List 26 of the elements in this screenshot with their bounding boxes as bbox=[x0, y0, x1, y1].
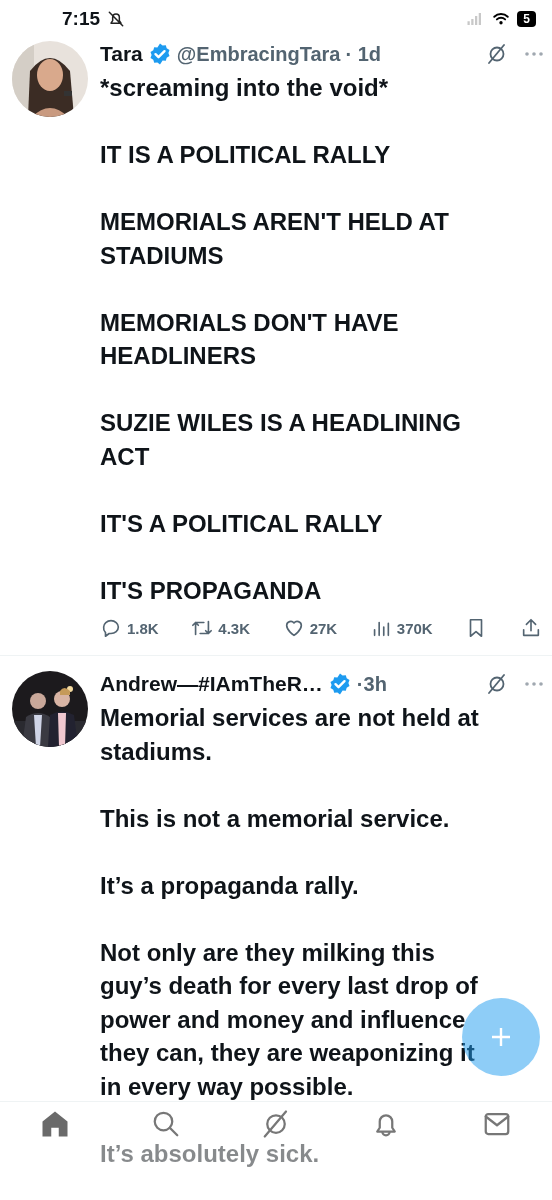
post-text: This is not a memorial service. bbox=[100, 803, 450, 834]
battery-level: 5 bbox=[517, 10, 536, 27]
author-name[interactable]: Tara bbox=[100, 42, 143, 66]
post-text: *screaming into the void* bbox=[100, 73, 389, 103]
author-name[interactable]: Andrew—#IAmTheR… bbox=[100, 672, 323, 696]
post-text: Memorial services are not held at stadiums. bbox=[100, 703, 480, 767]
post-text: MEMORIALS DON'T HAVE HEADLINERS bbox=[100, 307, 400, 371]
post-text: It’s a propaganda rally. bbox=[100, 870, 359, 901]
speech-bubble-icon[interactable] bbox=[100, 617, 122, 639]
post-time: · 1d bbox=[345, 42, 381, 66]
stat-count: 27K bbox=[309, 619, 338, 637]
post-text: SUZIE WILES IS A HEADLINING ACT bbox=[100, 408, 462, 472]
stat-count: 4.3K bbox=[218, 619, 250, 637]
stat-count: 1.8K bbox=[127, 619, 159, 637]
home-icon[interactable] bbox=[40, 1109, 71, 1139]
post-text: Not only are they milking this guy’s death for every last drop of power and money and influence they can, they are weaponizing it in every way possible. bbox=[100, 937, 479, 1102]
post-text: IT IS A POLITICAL RALLY bbox=[100, 140, 391, 170]
post-text: It’s absolutely sick. bbox=[100, 1138, 320, 1169]
post-text: IT'S PROPAGANDA bbox=[100, 575, 322, 606]
post-text: IT'S A POLITICAL RALLY bbox=[100, 508, 383, 539]
user-handle: @EmbracingTara bbox=[176, 42, 341, 66]
post-text: MEMORIALS AREN'T HELD AT STADIUMS bbox=[100, 207, 450, 271]
plus-icon bbox=[489, 1025, 513, 1049]
clock-time: 7:15 bbox=[62, 7, 101, 30]
stat-count: 370K bbox=[396, 619, 433, 637]
post-time: ·3h bbox=[356, 672, 387, 696]
